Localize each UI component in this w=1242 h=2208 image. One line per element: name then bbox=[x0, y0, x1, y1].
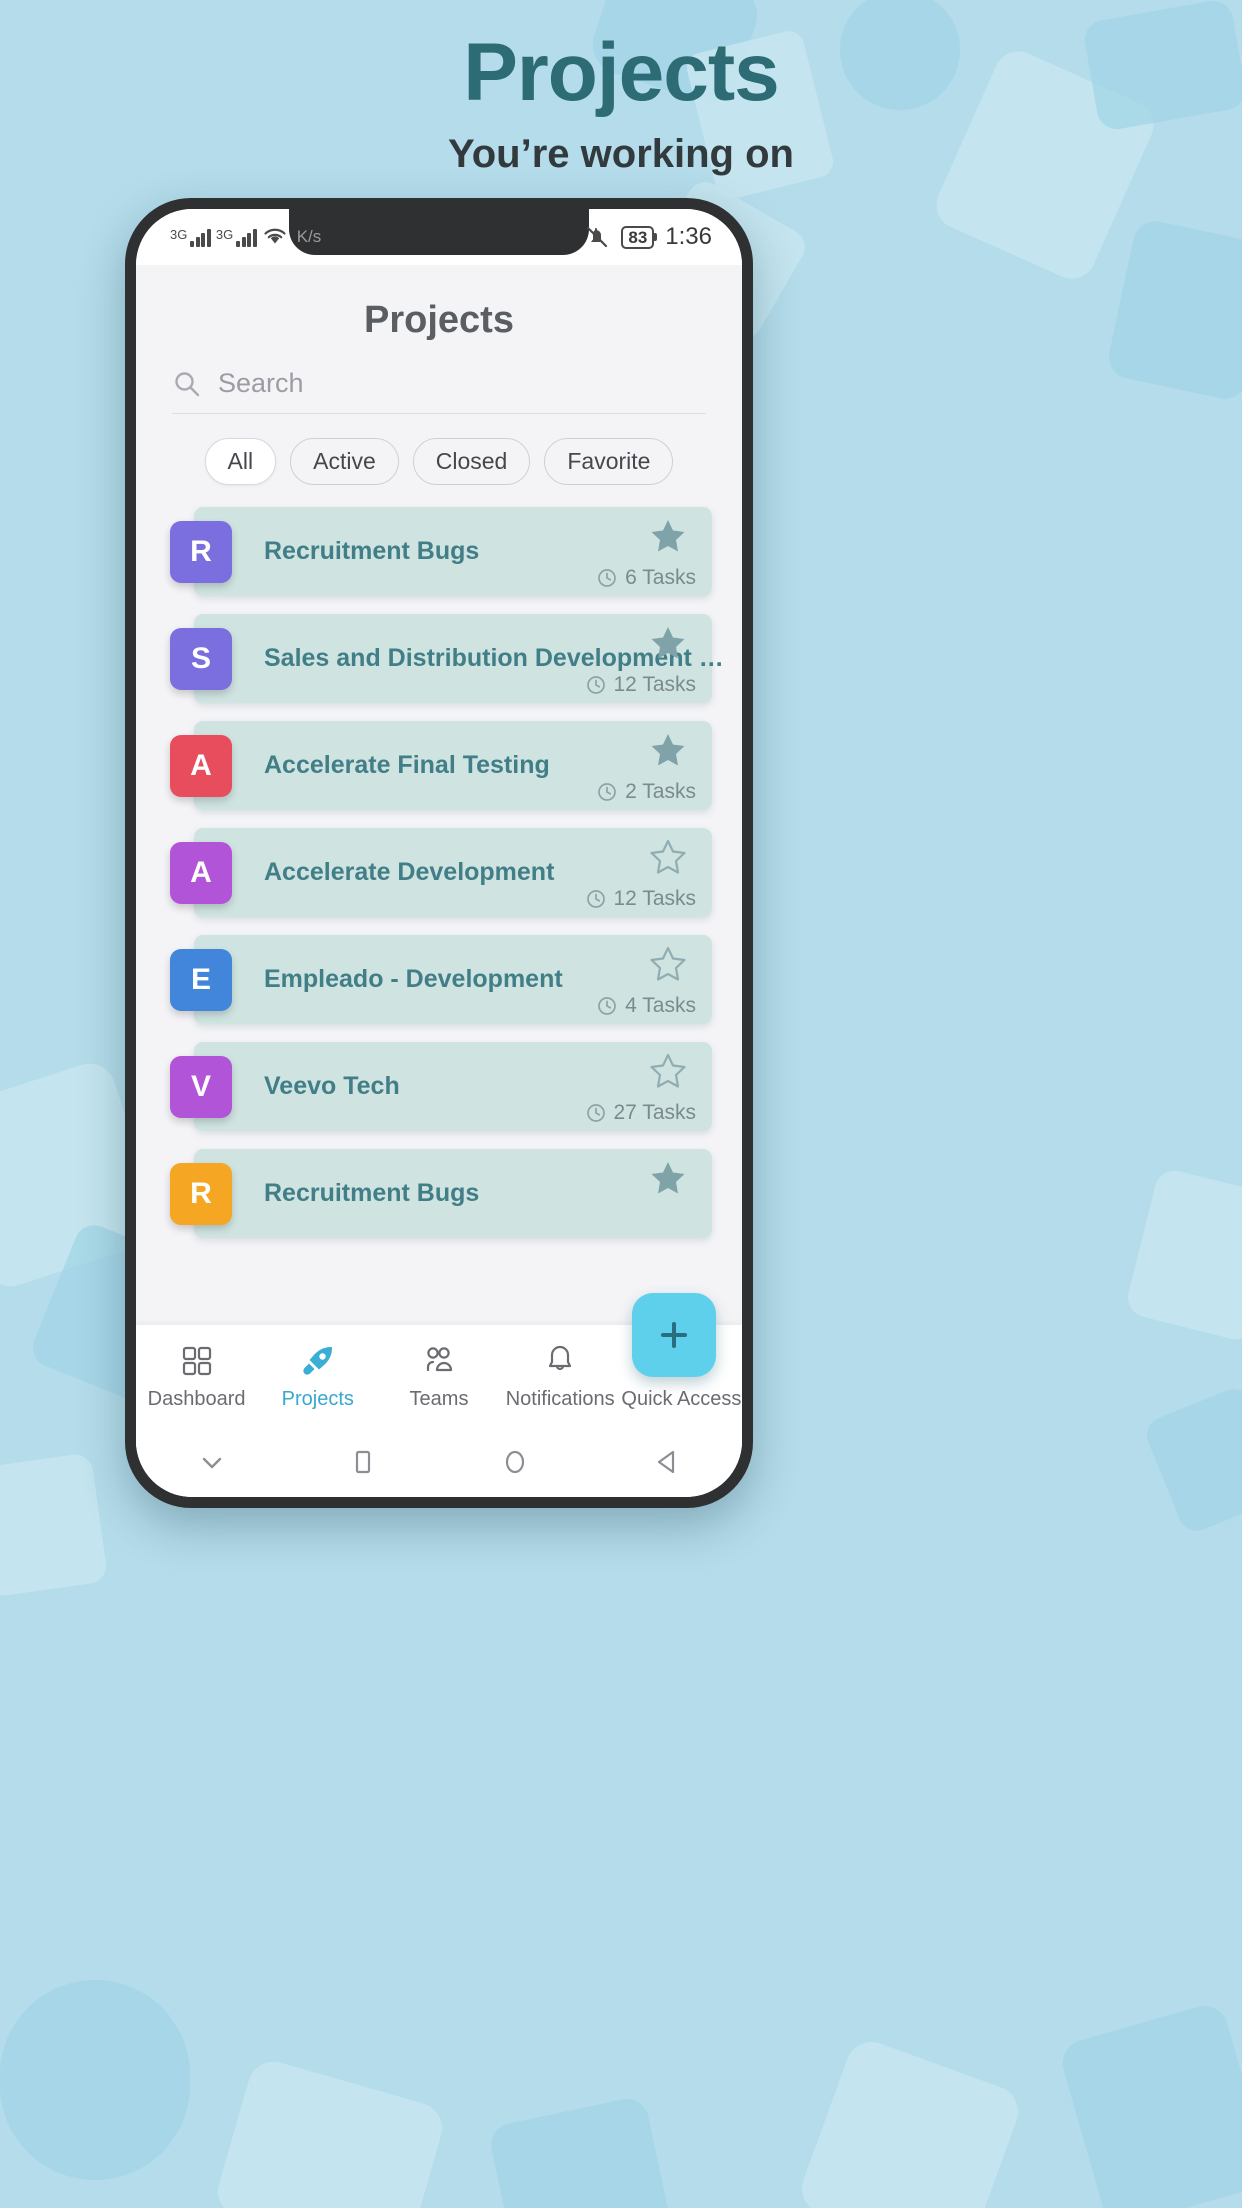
network-type-1-label: 3G bbox=[170, 227, 188, 242]
plus-icon bbox=[661, 1322, 687, 1348]
people-icon bbox=[426, 1347, 453, 1372]
page-title: Projects bbox=[364, 299, 514, 341]
project-name: Recruitment Bugs bbox=[264, 1179, 480, 1207]
favorite-star-icon[interactable] bbox=[646, 943, 690, 990]
promo-title: Projects bbox=[463, 27, 780, 118]
project-name: Recruitment Bugs bbox=[264, 537, 480, 565]
task-count-label: 12 Tasks bbox=[613, 673, 697, 696]
project-list: R Recruitment Bugs 6 Tasks S Sales and D… bbox=[136, 507, 742, 1238]
project-avatar: E bbox=[170, 949, 232, 1011]
favorite-star-icon[interactable] bbox=[646, 1050, 690, 1097]
signal-bars-1-icon bbox=[190, 227, 211, 247]
project-name: Accelerate Development bbox=[264, 858, 555, 886]
bell-icon bbox=[549, 1345, 572, 1371]
search-icon bbox=[175, 371, 200, 396]
project-list-item[interactable]: S Sales and Distribution Development … 1… bbox=[170, 614, 724, 703]
phone-notch bbox=[289, 209, 589, 255]
favorite-star-icon[interactable] bbox=[646, 729, 690, 776]
add-project-fab[interactable] bbox=[632, 1293, 716, 1377]
status-bar: 3G 3G K/s 83 1:36 bbox=[136, 209, 742, 265]
favorite-star-icon[interactable] bbox=[646, 622, 690, 669]
clock-icon bbox=[586, 676, 605, 694]
status-clock: 1:36 bbox=[665, 223, 712, 250]
project-initial: A bbox=[190, 856, 212, 889]
task-count-label: 27 Tasks bbox=[613, 1101, 697, 1124]
nav-item-notifications[interactable]: Notifications bbox=[500, 1341, 621, 1411]
task-count: 2 Tasks bbox=[596, 780, 696, 804]
task-count: 12 Tasks bbox=[585, 887, 697, 911]
data-speed-label: K/s bbox=[296, 227, 322, 246]
search-input[interactable]: Search bbox=[218, 368, 304, 399]
nav-label-notifications: Notifications bbox=[505, 1388, 615, 1410]
project-initial: R bbox=[190, 1177, 212, 1210]
project-list-item[interactable]: E Empleado - Development 4 Tasks bbox=[170, 935, 712, 1024]
project-initial: R bbox=[190, 535, 212, 568]
phone-screen: 3G 3G K/s 83 1:36 Projects Search All Ac… bbox=[136, 209, 742, 1497]
chevron-down-icon[interactable] bbox=[192, 1442, 232, 1482]
filter-chip-group: All Active Closed Favorite bbox=[136, 438, 742, 485]
task-count-label: 6 Tasks bbox=[625, 566, 696, 589]
back-triangle-icon[interactable] bbox=[646, 1442, 686, 1482]
rocket-icon bbox=[303, 1347, 332, 1375]
bell-muted-icon bbox=[587, 226, 608, 248]
grid-icon bbox=[182, 1346, 211, 1376]
clock-icon bbox=[586, 890, 605, 908]
project-list-item[interactable]: A Accelerate Final Testing 2 Tasks bbox=[170, 721, 712, 810]
nav-label-teams: Teams bbox=[409, 1388, 469, 1410]
task-count-label: 4 Tasks bbox=[625, 994, 696, 1017]
promo-header: Projects You’re working on bbox=[0, 0, 1242, 177]
task-count-label: 2 Tasks bbox=[625, 780, 696, 803]
task-count: 27 Tasks bbox=[585, 1101, 697, 1125]
clock-icon bbox=[598, 997, 617, 1015]
wifi-icon bbox=[264, 228, 286, 244]
project-avatar: A bbox=[170, 735, 232, 797]
project-list-item[interactable]: V Veevo Tech 27 Tasks bbox=[170, 1042, 712, 1131]
project-avatar: S bbox=[170, 628, 232, 690]
filter-chip-active[interactable]: Active bbox=[290, 438, 399, 485]
battery-indicator: 83 bbox=[621, 225, 655, 249]
nav-item-teams[interactable]: Teams bbox=[378, 1341, 499, 1411]
project-avatar: R bbox=[170, 521, 232, 583]
nav-item-projects[interactable]: Projects bbox=[257, 1341, 378, 1411]
project-initial: S bbox=[190, 642, 211, 675]
favorite-star-icon[interactable] bbox=[646, 1157, 690, 1204]
clock-icon bbox=[598, 569, 617, 587]
task-count-label: 12 Tasks bbox=[613, 887, 697, 910]
nav-label-quick-access: Quick Access bbox=[621, 1388, 742, 1410]
promo-subtitle: You’re working on bbox=[448, 132, 794, 177]
circle-icon[interactable] bbox=[495, 1442, 535, 1482]
nav-label-projects: Projects bbox=[281, 1388, 354, 1410]
phone-mockup: 3G 3G K/s 83 1:36 Projects Search All Ac… bbox=[125, 198, 753, 1508]
task-count: 4 Tasks bbox=[596, 994, 696, 1018]
project-avatar: R bbox=[170, 1163, 232, 1225]
project-initial: E bbox=[190, 963, 211, 996]
filter-chip-closed[interactable]: Closed bbox=[412, 438, 531, 485]
task-count: 6 Tasks bbox=[596, 566, 696, 590]
search-bar[interactable]: Search bbox=[172, 368, 706, 414]
project-name: Veevo Tech bbox=[264, 1072, 400, 1100]
nav-label-dashboard: Dashboard bbox=[147, 1388, 246, 1410]
filter-chip-all[interactable]: All bbox=[204, 438, 277, 485]
project-name: Empleado - Development bbox=[264, 965, 563, 993]
project-name: Accelerate Final Testing bbox=[264, 751, 550, 779]
square-icon[interactable] bbox=[343, 1442, 383, 1482]
project-avatar: V bbox=[170, 1056, 232, 1118]
project-initial: V bbox=[190, 1070, 211, 1103]
clock-icon bbox=[586, 1104, 605, 1122]
project-avatar: A bbox=[170, 842, 232, 904]
favorite-star-icon[interactable] bbox=[646, 836, 690, 883]
filter-chip-favorite[interactable]: Favorite bbox=[544, 438, 674, 485]
project-list-item[interactable]: R Recruitment Bugs bbox=[170, 1149, 712, 1238]
task-count: 12 Tasks bbox=[585, 673, 697, 697]
network-type-2-label: 3G bbox=[215, 227, 234, 242]
project-initial: A bbox=[190, 749, 212, 782]
signal-bars-2-icon bbox=[236, 227, 257, 247]
project-list-item[interactable]: A Accelerate Development 12 Tasks bbox=[170, 828, 712, 917]
clock-icon bbox=[598, 783, 617, 801]
app-content: Projects Search All Active Closed Favori… bbox=[136, 265, 742, 1497]
favorite-star-icon[interactable] bbox=[646, 515, 690, 562]
nav-item-dashboard[interactable]: Dashboard bbox=[136, 1341, 257, 1411]
project-list-item[interactable]: R Recruitment Bugs 6 Tasks bbox=[170, 507, 712, 596]
android-navigation-bar bbox=[136, 1427, 742, 1497]
